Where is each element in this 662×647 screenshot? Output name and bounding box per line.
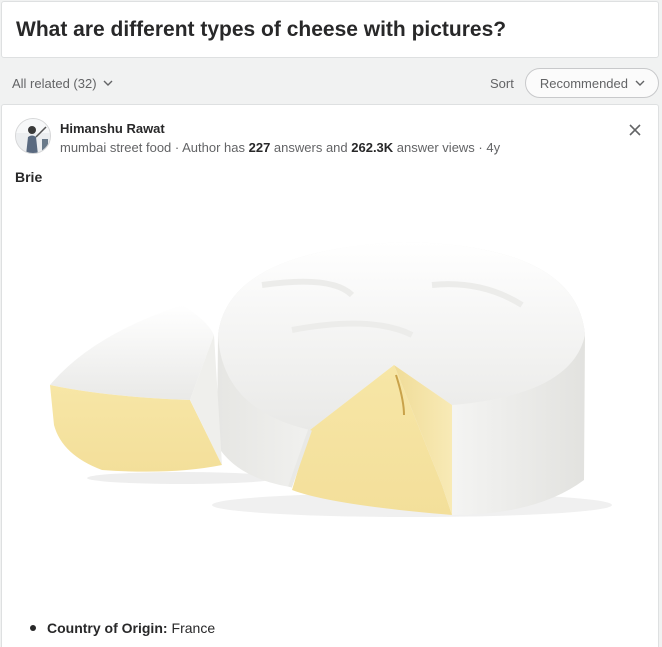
question-card: What are different types of cheese with … bbox=[1, 1, 659, 58]
credential-suffix: answer views · 4y bbox=[393, 140, 501, 155]
all-related-dropdown[interactable]: All related (32) bbox=[12, 76, 114, 91]
avatar-image bbox=[16, 119, 50, 153]
answers-count: 227 bbox=[248, 140, 271, 155]
answer-card: Himanshu Rawat mumbai street food · Auth… bbox=[1, 104, 659, 647]
close-icon[interactable] bbox=[626, 121, 644, 139]
bullet-label: Country of Origin: bbox=[47, 620, 168, 636]
views-count: 262.3K bbox=[351, 140, 394, 155]
chevron-down-icon bbox=[103, 80, 113, 86]
credential-prefix: mumbai street food · Author has bbox=[60, 140, 249, 155]
author-name[interactable]: Himanshu Rawat bbox=[60, 121, 165, 136]
question-title[interactable]: What are different types of cheese with … bbox=[16, 18, 506, 42]
avatar[interactable] bbox=[15, 118, 51, 154]
author-credential: mumbai street food · Author has 227 answ… bbox=[60, 140, 500, 155]
answer-bullet-list: Country of Origin: France bbox=[30, 620, 215, 636]
sort-label: Sort bbox=[490, 75, 514, 91]
brie-cheese-image bbox=[50, 242, 612, 517]
bullet-value: France bbox=[171, 620, 216, 636]
answer-subheading: Brie bbox=[15, 169, 43, 185]
sort-dropdown[interactable]: Recommended bbox=[524, 68, 659, 98]
bullet-icon bbox=[30, 625, 36, 631]
related-bar: All related (32) Sort Recommended bbox=[0, 66, 662, 100]
list-item: Country of Origin: France bbox=[30, 620, 215, 636]
all-related-label: All related (32) bbox=[12, 75, 97, 91]
sort-value: Recommended bbox=[539, 75, 628, 91]
credential-mid: answers and bbox=[270, 140, 352, 155]
sort-control: Sort Recommended bbox=[490, 68, 659, 98]
chevron-down-icon bbox=[635, 80, 645, 86]
